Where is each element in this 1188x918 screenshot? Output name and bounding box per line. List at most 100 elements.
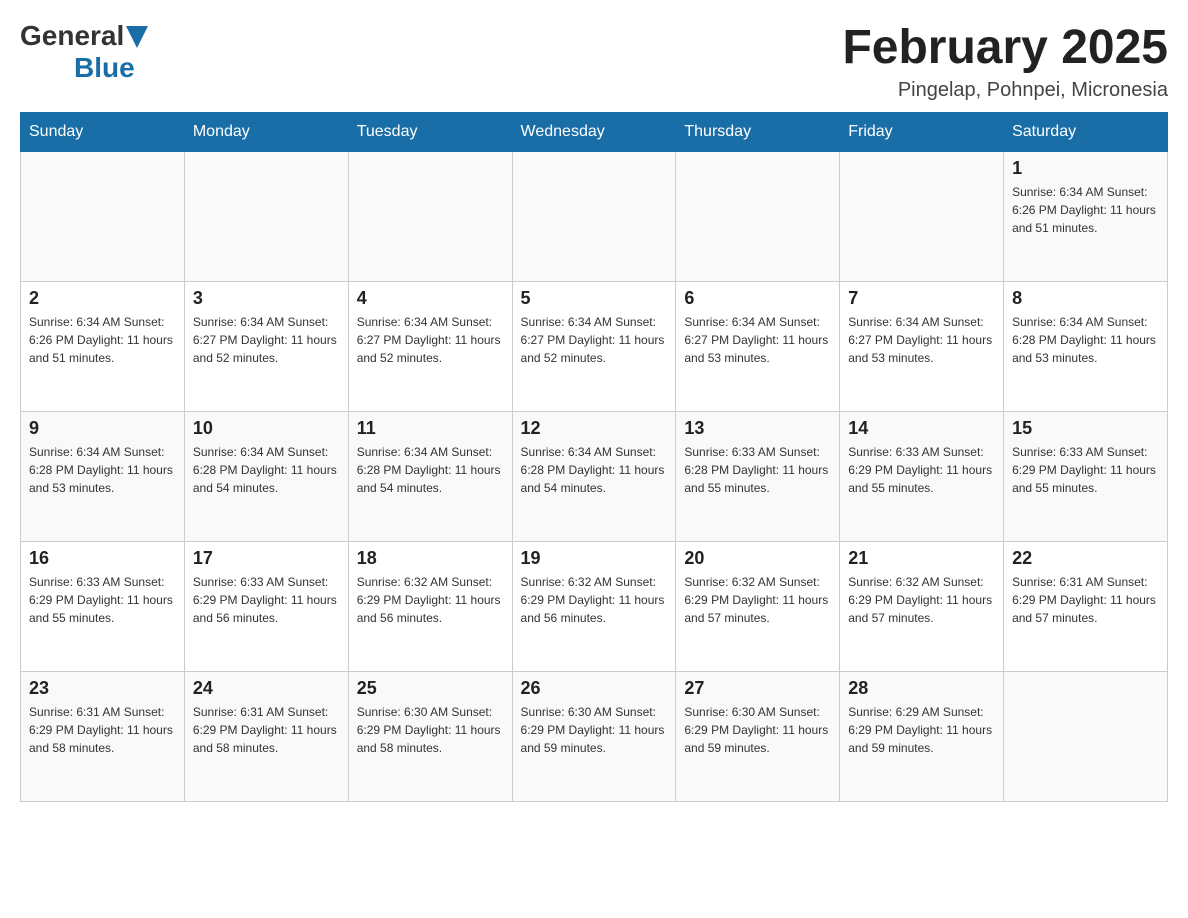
table-row <box>21 152 185 282</box>
table-row: 2 Sunrise: 6:34 AM Sunset: 6:26 PM Daylig… <box>21 282 185 412</box>
table-row <box>1004 672 1168 802</box>
day-number: 10 <box>193 418 340 439</box>
header-wednesday: Wednesday <box>512 113 676 152</box>
location-text: Pingelap, Pohnpei, Micronesia <box>842 79 1168 102</box>
day-number: 26 <box>521 678 668 699</box>
calendar-week-5: 23 Sunrise: 6:31 AM Sunset: 6:29 PM Dayli… <box>21 672 1168 802</box>
header-friday: Friday <box>840 113 1004 152</box>
day-number: 6 <box>684 288 831 309</box>
day-info: Sunrise: 6:31 AM Sunset: 6:29 PM Dayligh… <box>193 703 340 757</box>
table-row: 17 Sunrise: 6:33 AM Sunset: 6:29 PM Dayli… <box>184 542 348 672</box>
table-row: 18 Sunrise: 6:32 AM Sunset: 6:29 PM Dayli… <box>348 542 512 672</box>
day-info: Sunrise: 6:34 AM Sunset: 6:27 PM Dayligh… <box>357 313 504 367</box>
day-number: 11 <box>357 418 504 439</box>
day-number: 8 <box>1012 288 1159 309</box>
day-info: Sunrise: 6:30 AM Sunset: 6:29 PM Dayligh… <box>357 703 504 757</box>
day-number: 15 <box>1012 418 1159 439</box>
table-row: 9Sunrise: 6:34 AM Sunset: 6:28 PM Daylig… <box>21 412 185 542</box>
logo-arrow-icon <box>126 26 148 48</box>
header-sunday: Sunday <box>21 113 185 152</box>
day-info: Sunrise: 6:32 AM Sunset: 6:29 PM Dayligh… <box>684 573 831 627</box>
day-number: 17 <box>193 548 340 569</box>
day-info: Sunrise: 6:34 AM Sunset: 6:28 PM Dayligh… <box>1012 313 1159 367</box>
logo: General Blue <box>20 20 148 84</box>
day-number: 2 <box>29 288 176 309</box>
day-info: Sunrise: 6:33 AM Sunset: 6:28 PM Dayligh… <box>684 443 831 497</box>
month-title: February 2025 <box>842 20 1168 75</box>
table-row: 23 Sunrise: 6:31 AM Sunset: 6:29 PM Dayli… <box>21 672 185 802</box>
table-row: 25 Sunrise: 6:30 AM Sunset: 6:29 PM Dayli… <box>348 672 512 802</box>
day-number: 27 <box>684 678 831 699</box>
table-row: 22 Sunrise: 6:31 AM Sunset: 6:29 PM Dayli… <box>1004 542 1168 672</box>
day-info: Sunrise: 6:32 AM Sunset: 6:29 PM Dayligh… <box>521 573 668 627</box>
table-row: 24 Sunrise: 6:31 AM Sunset: 6:29 PM Dayli… <box>184 672 348 802</box>
table-row: 19 Sunrise: 6:32 AM Sunset: 6:29 PM Dayli… <box>512 542 676 672</box>
table-row: 28 Sunrise: 6:29 AM Sunset: 6:29 PM Dayli… <box>840 672 1004 802</box>
table-row <box>840 152 1004 282</box>
calendar-week-4: 16 Sunrise: 6:33 AM Sunset: 6:29 PM Dayli… <box>21 542 1168 672</box>
day-info: Sunrise: 6:34 AM Sunset: 6:27 PM Dayligh… <box>848 313 995 367</box>
day-info: Sunrise: 6:34 AM Sunset: 6:27 PM Dayligh… <box>193 313 340 367</box>
day-number: 5 <box>521 288 668 309</box>
day-info: Sunrise: 6:30 AM Sunset: 6:29 PM Dayligh… <box>684 703 831 757</box>
day-info: Sunrise: 6:31 AM Sunset: 6:29 PM Dayligh… <box>29 703 176 757</box>
day-info: Sunrise: 6:33 AM Sunset: 6:29 PM Dayligh… <box>29 573 176 627</box>
day-info: Sunrise: 6:31 AM Sunset: 6:29 PM Dayligh… <box>1012 573 1159 627</box>
calendar-week-1: 1 Sunrise: 6:34 AM Sunset: 6:26 PM Daylig… <box>21 152 1168 282</box>
table-row: 12 Sunrise: 6:34 AM Sunset: 6:28 PM Dayli… <box>512 412 676 542</box>
day-info: Sunrise: 6:34 AM Sunset: 6:26 PM Dayligh… <box>29 313 176 367</box>
day-number: 22 <box>1012 548 1159 569</box>
day-number: 23 <box>29 678 176 699</box>
calendar-table: Sunday Monday Tuesday Wednesday Thursday… <box>20 112 1168 802</box>
table-row: 26Sunrise: 6:30 AM Sunset: 6:29 PM Dayli… <box>512 672 676 802</box>
day-info: Sunrise: 6:34 AM Sunset: 6:27 PM Dayligh… <box>684 313 831 367</box>
day-number: 18 <box>357 548 504 569</box>
table-row: 7 Sunrise: 6:34 AM Sunset: 6:27 PM Daylig… <box>840 282 1004 412</box>
day-info: Sunrise: 6:34 AM Sunset: 6:28 PM Dayligh… <box>521 443 668 497</box>
table-row: 4 Sunrise: 6:34 AM Sunset: 6:27 PM Daylig… <box>348 282 512 412</box>
table-row: 8 Sunrise: 6:34 AM Sunset: 6:28 PM Daylig… <box>1004 282 1168 412</box>
table-row <box>512 152 676 282</box>
logo-general-text: General <box>20 20 124 52</box>
table-row: 10Sunrise: 6:34 AM Sunset: 6:28 PM Dayli… <box>184 412 348 542</box>
day-number: 1 <box>1012 158 1159 179</box>
day-number: 3 <box>193 288 340 309</box>
day-info: Sunrise: 6:34 AM Sunset: 6:26 PM Dayligh… <box>1012 183 1159 237</box>
day-info: Sunrise: 6:34 AM Sunset: 6:28 PM Dayligh… <box>357 443 504 497</box>
table-row: 6 Sunrise: 6:34 AM Sunset: 6:27 PM Daylig… <box>676 282 840 412</box>
page-header: General Blue February 2025 Pingelap, Poh… <box>20 20 1168 102</box>
calendar-header-row: Sunday Monday Tuesday Wednesday Thursday… <box>21 113 1168 152</box>
table-row: 21Sunrise: 6:32 AM Sunset: 6:29 PM Dayli… <box>840 542 1004 672</box>
logo-blue-text: Blue <box>74 52 135 84</box>
day-number: 28 <box>848 678 995 699</box>
day-number: 12 <box>521 418 668 439</box>
day-number: 25 <box>357 678 504 699</box>
day-info: Sunrise: 6:29 AM Sunset: 6:29 PM Dayligh… <box>848 703 995 757</box>
day-number: 24 <box>193 678 340 699</box>
day-number: 16 <box>29 548 176 569</box>
calendar-week-2: 2 Sunrise: 6:34 AM Sunset: 6:26 PM Daylig… <box>21 282 1168 412</box>
day-number: 14 <box>848 418 995 439</box>
table-row: 5 Sunrise: 6:34 AM Sunset: 6:27 PM Daylig… <box>512 282 676 412</box>
table-row: 1 Sunrise: 6:34 AM Sunset: 6:26 PM Daylig… <box>1004 152 1168 282</box>
table-row <box>184 152 348 282</box>
day-number: 7 <box>848 288 995 309</box>
day-number: 13 <box>684 418 831 439</box>
table-row: 11 Sunrise: 6:34 AM Sunset: 6:28 PM Dayli… <box>348 412 512 542</box>
day-info: Sunrise: 6:32 AM Sunset: 6:29 PM Dayligh… <box>357 573 504 627</box>
table-row <box>676 152 840 282</box>
title-section: February 2025 Pingelap, Pohnpei, Microne… <box>842 20 1168 102</box>
day-number: 19 <box>521 548 668 569</box>
table-row: 14 Sunrise: 6:33 AM Sunset: 6:29 PM Dayli… <box>840 412 1004 542</box>
table-row: 27 Sunrise: 6:30 AM Sunset: 6:29 PM Dayli… <box>676 672 840 802</box>
table-row: 15Sunrise: 6:33 AM Sunset: 6:29 PM Dayli… <box>1004 412 1168 542</box>
table-row: 13 Sunrise: 6:33 AM Sunset: 6:28 PM Dayli… <box>676 412 840 542</box>
day-info: Sunrise: 6:33 AM Sunset: 6:29 PM Dayligh… <box>848 443 995 497</box>
day-info: Sunrise: 6:33 AM Sunset: 6:29 PM Dayligh… <box>193 573 340 627</box>
day-info: Sunrise: 6:34 AM Sunset: 6:28 PM Dayligh… <box>29 443 176 497</box>
day-info: Sunrise: 6:32 AM Sunset: 6:29 PM Dayligh… <box>848 573 995 627</box>
table-row: 16 Sunrise: 6:33 AM Sunset: 6:29 PM Dayli… <box>21 542 185 672</box>
day-number: 4 <box>357 288 504 309</box>
header-monday: Monday <box>184 113 348 152</box>
day-info: Sunrise: 6:34 AM Sunset: 6:27 PM Dayligh… <box>521 313 668 367</box>
